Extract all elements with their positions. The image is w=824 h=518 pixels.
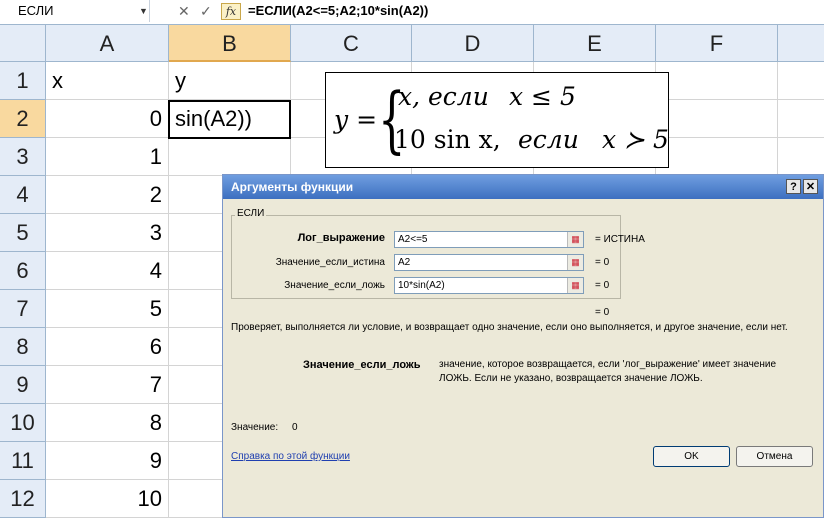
column-header-f[interactable]: F <box>656 25 778 62</box>
row-header-3[interactable]: 3 <box>0 138 46 176</box>
help-link[interactable]: Справка по этой функции <box>231 451 350 462</box>
arg-label-value-if-false: Значение_если_ложь <box>284 280 385 291</box>
enter-icon[interactable]: ✓ <box>200 0 212 22</box>
cell-f2[interactable] <box>656 100 778 138</box>
current-arg-name: Значение_если_ложь <box>303 359 421 371</box>
active-cell-outline <box>168 100 291 139</box>
current-arg-desc-2: ЛОЖЬ. Если не указано, возвращается знач… <box>439 373 703 384</box>
formula-line2-a: 10 sin x, <box>394 125 501 154</box>
column-header-d[interactable]: D <box>412 25 534 62</box>
select-all-corner[interactable] <box>0 25 46 62</box>
arg-result-value-if-false: = 0 <box>595 280 610 291</box>
row-header-6[interactable]: 6 <box>0 252 46 290</box>
column-header-g[interactable] <box>778 25 824 62</box>
cell-a10[interactable]: 8 <box>46 404 169 442</box>
row-header-4[interactable]: 4 <box>0 176 46 214</box>
column-header-a[interactable]: A <box>46 25 169 62</box>
row-header-9[interactable]: 9 <box>0 366 46 404</box>
cell-a4[interactable]: 2 <box>46 176 169 214</box>
cell-a5[interactable]: 3 <box>46 214 169 252</box>
cell-a1[interactable]: x <box>46 62 169 100</box>
cell-b1[interactable]: y <box>169 62 291 100</box>
formula-line2-b: если <box>518 125 579 154</box>
cancel-button[interactable]: Отмена <box>736 446 813 467</box>
cell-a6[interactable]: 4 <box>46 252 169 290</box>
insert-function-icon[interactable]: fx <box>221 3 241 20</box>
cell-g3[interactable] <box>778 138 824 176</box>
column-header-c[interactable]: C <box>291 25 412 62</box>
cell-a9[interactable]: 7 <box>46 366 169 404</box>
dialog-title[interactable]: Аргументы функции <box>223 175 823 199</box>
row-header-1[interactable]: 1 <box>0 62 46 100</box>
value-if-false-input[interactable]: 10*sin(A2) <box>394 277 584 294</box>
collapse-dialog-icon[interactable]: ▦ <box>567 232 583 247</box>
function-description: Проверяет, выполняется ли условие, и воз… <box>231 322 788 333</box>
value-if-true-input[interactable]: A2 <box>394 254 584 271</box>
formula-image[interactable]: y = { x, если x ≤ 5 10 sin x, если x ≻ 5 <box>325 72 669 168</box>
overall-result: = 0 <box>595 307 610 318</box>
group-title: ЕСЛИ <box>235 208 267 219</box>
cell-a11[interactable]: 9 <box>46 442 169 480</box>
close-icon[interactable]: ✕ <box>803 179 818 194</box>
formula-line1-b: x ≤ 5 <box>509 82 576 111</box>
column-header-b[interactable]: B <box>169 25 291 62</box>
row-header-7[interactable]: 7 <box>0 290 46 328</box>
cell-f1[interactable] <box>656 62 778 100</box>
row-header-12[interactable]: 12 <box>0 480 46 518</box>
cell-a2[interactable]: 0 <box>46 100 169 138</box>
logical-test-input[interactable]: A2<=5 <box>394 231 584 248</box>
row-header-8[interactable]: 8 <box>0 328 46 366</box>
current-arg-desc-1: значение, которое возвращается, если 'ло… <box>439 359 777 370</box>
formula-line2-c: x ≻ 5 <box>602 125 669 154</box>
value-result: 0 <box>292 422 298 433</box>
arg-label-logical-test: Лог_выражение <box>297 232 385 244</box>
collapse-dialog-icon[interactable]: ▦ <box>567 255 583 270</box>
collapse-dialog-icon[interactable]: ▦ <box>567 278 583 293</box>
formula-line1-a: x, если <box>398 82 489 111</box>
cell-g2[interactable] <box>778 100 824 138</box>
cell-a7[interactable]: 5 <box>46 290 169 328</box>
formula-input[interactable]: =ЕСЛИ(A2<=5;A2;10*sin(A2)) <box>248 0 428 22</box>
value-label: Значение: <box>231 422 279 433</box>
name-box[interactable]: ЕСЛИ <box>0 0 150 22</box>
cell-b3[interactable] <box>169 138 291 176</box>
formula-y-eq: y = <box>334 105 378 134</box>
formula-bar: ЕСЛИ ▼ ✕ ✓ fx =ЕСЛИ(A2<=5;A2;10*sin(A2)) <box>0 0 824 25</box>
chevron-down-icon[interactable]: ▼ <box>139 0 148 22</box>
ok-button[interactable]: OK <box>653 446 730 467</box>
row-header-2[interactable]: 2 <box>0 100 46 138</box>
arg-label-value-if-true: Значение_если_истина <box>275 257 385 268</box>
cell-a8[interactable]: 6 <box>46 328 169 366</box>
cell-a12[interactable]: 10 <box>46 480 169 518</box>
cell-g1[interactable] <box>778 62 824 100</box>
function-arguments-dialog: Аргументы функции ? ✕ ЕСЛИ Лог_выражение… <box>222 174 824 518</box>
help-icon[interactable]: ? <box>786 179 801 194</box>
row-header-11[interactable]: 11 <box>0 442 46 480</box>
row-header-5[interactable]: 5 <box>0 214 46 252</box>
column-header-e[interactable]: E <box>534 25 656 62</box>
cancel-icon[interactable]: ✕ <box>178 0 190 22</box>
row-header-10[interactable]: 10 <box>0 404 46 442</box>
cell-f3[interactable] <box>656 138 778 176</box>
arg-result-logical-test: = ИСТИНА <box>595 234 645 245</box>
cell-a3[interactable]: 1 <box>46 138 169 176</box>
arg-result-value-if-true: = 0 <box>595 257 610 268</box>
